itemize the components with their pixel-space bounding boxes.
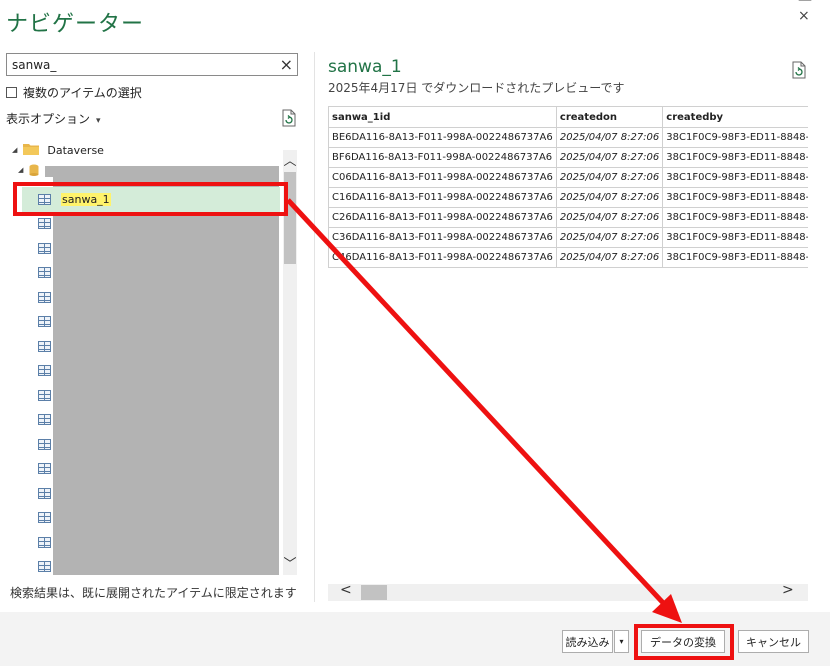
search-scope-note: 検索結果は、既に展開されたアイテムに限定されます — [10, 586, 297, 600]
table-cell: C06DA116-8A13-F011-998A-0022486737A6 — [328, 167, 557, 188]
panel-divider — [314, 52, 315, 602]
table-cell: C26DA116-8A13-F011-998A-0022486737A6 — [328, 207, 557, 228]
table-icon[interactable] — [38, 438, 51, 450]
table-icon[interactable] — [38, 365, 51, 376]
tree-item-database[interactable]: ◢ — [18, 163, 39, 177]
table-cell: BF6DA116-8A13-F011-998A-0022486737A6 — [328, 147, 557, 168]
table-cell: 38C1F0C9-98F3-ED11-8848- — [662, 187, 808, 208]
table-cell: 38C1F0C9-98F3-ED11-8848- — [662, 247, 808, 268]
table-row: C16DA116-8A13-F011-998A-0022486737A6 2025… — [328, 187, 808, 208]
table-cell: 38C1F0C9-98F3-ED11-8848- — [662, 127, 808, 148]
table-icon[interactable] — [38, 316, 51, 327]
table-cell: 2025/04/07 8:27:06 — [555, 147, 664, 168]
minimize-icon[interactable]: — — [798, 0, 812, 8]
multi-select-label: 複数のアイテムの選択 — [23, 86, 142, 100]
window-controls: —× — [782, 0, 830, 24]
table-cell: 2025/04/07 8:27:06 — [555, 187, 664, 208]
load-button[interactable]: 読み込み — [562, 630, 613, 653]
table-cell: C36DA116-8A13-F011-998A-0022486737A6 — [328, 227, 557, 248]
preview-grid: sanwa_1id createdon createdby BE6DA116-8… — [328, 106, 808, 271]
table-row: C36DA116-8A13-F011-998A-0022486737A6 2025… — [328, 227, 808, 248]
expand-icon[interactable]: ◢ — [12, 146, 17, 154]
preview-title: sanwa_1 — [328, 57, 402, 77]
close-icon[interactable]: × — [798, 8, 810, 24]
refresh-icon[interactable] — [791, 61, 807, 83]
table-cell: C46DA116-8A13-F011-998A-0022486737A6 — [328, 247, 557, 268]
cancel-button[interactable]: キャンセル — [738, 630, 809, 653]
preview-table: sanwa_1id createdon createdby BE6DA116-8… — [328, 106, 808, 268]
tree-item-label: Dataverse — [47, 143, 104, 157]
table-row: C26DA116-8A13-F011-998A-0022486737A6 2025… — [328, 207, 808, 228]
column-header[interactable]: createdby — [662, 106, 808, 128]
clear-search-icon[interactable]: × — [280, 54, 293, 75]
scroll-right-icon[interactable]: > — [782, 582, 794, 598]
table-icon[interactable] — [38, 561, 51, 572]
multi-select-checkbox[interactable] — [6, 87, 17, 98]
search-box: × — [6, 53, 298, 76]
table-icon[interactable] — [38, 414, 51, 425]
column-header[interactable]: sanwa_1id — [328, 106, 557, 128]
database-icon — [29, 161, 39, 180]
horizontal-scrollbar[interactable] — [328, 584, 808, 601]
scroll-up-icon[interactable]: ︿ — [283, 150, 297, 169]
table-icon[interactable] — [38, 291, 51, 303]
table-icon[interactable] — [38, 536, 51, 548]
table-cell: C16DA116-8A13-F011-998A-0022486737A6 — [328, 187, 557, 208]
load-dropdown-button[interactable]: ▾ — [614, 630, 629, 653]
table-icon[interactable] — [38, 267, 51, 278]
table-cell: 2025/04/07 8:27:06 — [555, 207, 664, 228]
annotation-highlight-transform-button — [634, 624, 734, 660]
table-icon[interactable] — [38, 389, 51, 401]
table-cell: BE6DA116-8A13-F011-998A-0022486737A6 — [328, 127, 557, 148]
folder-icon — [23, 142, 40, 158]
multi-select-option[interactable]: 複数のアイテムの選択 — [6, 84, 142, 101]
display-options-label: 表示オプション — [6, 112, 91, 126]
table-row: BE6DA116-8A13-F011-998A-0022486737A6 2025… — [328, 127, 808, 148]
display-options-dropdown[interactable]: 表示オプション ▾ — [6, 110, 101, 127]
table-icon[interactable] — [38, 242, 51, 254]
annotation-highlight-selected-item — [13, 182, 288, 216]
scroll-left-icon[interactable]: < — [340, 582, 352, 598]
table-icon[interactable] — [38, 512, 51, 523]
column-header[interactable]: createdon — [555, 106, 664, 128]
table-cell: 2025/04/07 8:27:06 — [555, 127, 664, 148]
table-cell: 38C1F0C9-98F3-ED11-8848- — [662, 227, 808, 248]
search-input[interactable] — [7, 54, 271, 75]
table-cell: 2025/04/07 8:27:06 — [555, 247, 664, 268]
table-row: C06DA116-8A13-F011-998A-0022486737A6 2025… — [328, 167, 808, 188]
table-row: C46DA116-8A13-F011-998A-0022486737A6 2025… — [328, 247, 808, 268]
table-icon[interactable] — [38, 463, 51, 474]
refresh-icon[interactable] — [281, 109, 297, 131]
tree-item-dataverse[interactable]: ◢ Dataverse — [12, 140, 104, 160]
table-icon[interactable] — [38, 218, 51, 229]
scroll-down-icon[interactable]: ﹀ — [283, 553, 297, 572]
table-cell: 38C1F0C9-98F3-ED11-8848- — [662, 207, 808, 228]
horizontal-scrollbar-thumb[interactable] — [361, 585, 387, 600]
preview-subtitle: 2025年4月17日 でダウンロードされたプレビューです — [328, 81, 625, 95]
table-cell: 38C1F0C9-98F3-ED11-8848- — [662, 147, 808, 168]
chevron-down-icon: ▾ — [96, 116, 101, 126]
window-title: ナビゲーター — [6, 12, 145, 37]
table-row: BF6DA116-8A13-F011-998A-0022486737A6 2025… — [328, 147, 808, 168]
table-icon[interactable] — [38, 487, 51, 499]
expand-icon[interactable]: ◢ — [18, 166, 23, 174]
table-cell: 38C1F0C9-98F3-ED11-8848- — [662, 167, 808, 188]
table-header-row: sanwa_1id createdon createdby — [328, 106, 808, 128]
table-icon[interactable] — [38, 340, 51, 352]
redacted-table-list — [53, 169, 279, 575]
table-cell: 2025/04/07 8:27:06 — [555, 167, 664, 188]
table-cell: 2025/04/07 8:27:06 — [555, 227, 664, 248]
